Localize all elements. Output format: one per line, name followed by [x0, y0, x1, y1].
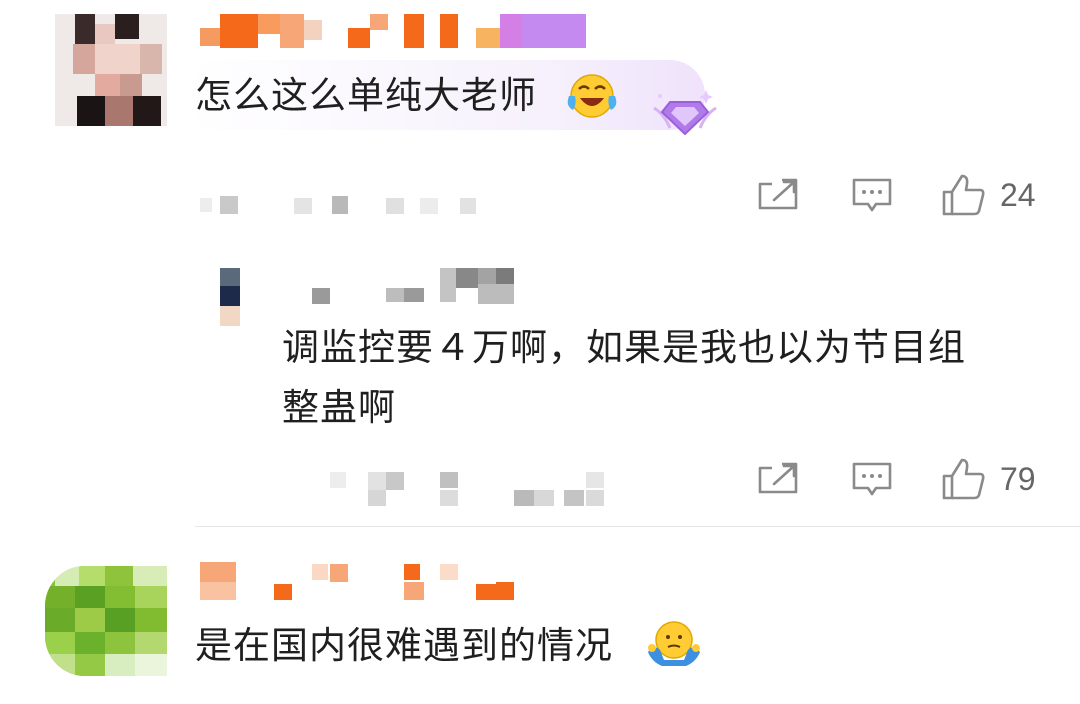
comment-icon[interactable] — [850, 176, 894, 216]
diamond-badge-icon — [653, 90, 717, 136]
shrugging-emoji — [648, 621, 700, 666]
thumbs-up-icon — [942, 174, 985, 216]
reply-text-continued: 整蛊啊 — [282, 386, 396, 429]
avatar[interactable] — [55, 14, 167, 126]
like-button[interactable]: 79 — [940, 456, 1036, 502]
divider — [195, 526, 1080, 527]
comment-text: 怎么这么单纯大老师 — [195, 74, 537, 117]
comment-text: 是在国内很难遇到的情况 — [195, 624, 613, 667]
like-count: 24 — [1000, 176, 1036, 213]
avatar[interactable] — [220, 268, 240, 326]
comment-icon[interactable] — [850, 460, 894, 500]
thumbs-up-icon — [942, 458, 985, 500]
share-icon[interactable] — [756, 460, 800, 500]
avatar[interactable] — [45, 566, 167, 676]
like-button[interactable]: 24 — [940, 172, 1036, 218]
reply-text: 调监控要４万啊，如果是我也以为节目组 — [282, 326, 966, 369]
crying-laughing-emoji — [567, 74, 617, 118]
share-icon[interactable] — [756, 176, 800, 216]
like-count: 79 — [1000, 460, 1036, 497]
